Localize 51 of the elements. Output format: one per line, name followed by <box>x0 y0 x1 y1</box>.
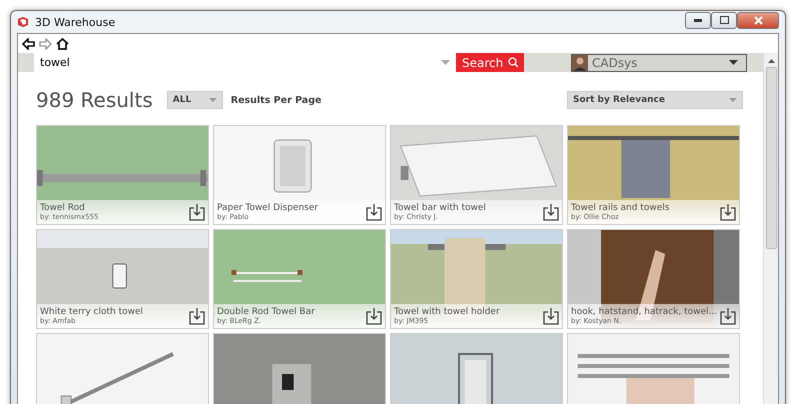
download-button[interactable] <box>366 203 382 221</box>
maximize-button[interactable] <box>711 12 737 28</box>
dropdown-caret-icon <box>441 60 450 65</box>
model-title[interactable]: Towel with towel holder <box>394 307 543 317</box>
download-button[interactable] <box>720 307 736 325</box>
download-icon <box>720 307 736 325</box>
download-button[interactable] <box>366 307 382 325</box>
model-title[interactable]: Towel bar with towel <box>394 203 543 213</box>
model-title[interactable]: Towel Rod <box>40 203 189 213</box>
download-icon <box>720 203 736 221</box>
download-icon <box>189 203 205 221</box>
search-button[interactable]: Search <box>456 53 524 72</box>
close-button[interactable] <box>737 12 779 28</box>
model-title[interactable]: Towel rails and towels <box>571 203 720 213</box>
app-logo-icon <box>17 16 29 28</box>
results-count: 989 Results <box>36 88 153 112</box>
scrollbar[interactable] <box>763 53 778 404</box>
minimize-button[interactable] <box>685 12 711 28</box>
model-title[interactable]: Paper Towel Dispenser <box>217 203 366 213</box>
download-icon <box>366 307 382 325</box>
model-title[interactable]: hook, hatstand, hatrack, towel... <box>571 307 720 317</box>
download-icon <box>366 203 382 221</box>
account-dropdown[interactable]: CADsys <box>571 54 747 72</box>
sort-select[interactable]: Sort by Relevance <box>567 91 743 109</box>
download-icon <box>543 307 559 325</box>
per-page-select[interactable]: ALL <box>166 91 223 109</box>
minimize-icon <box>694 18 702 22</box>
avatar-icon <box>572 54 588 70</box>
download-button[interactable] <box>543 203 559 221</box>
download-button[interactable] <box>189 203 205 221</box>
window-title: 3D Warehouse <box>35 16 116 28</box>
dropdown-caret-icon <box>729 60 738 65</box>
search-field[interactable]: towel <box>34 53 456 72</box>
model-title[interactable]: Double Rod Towel Bar <box>217 307 366 317</box>
search-icon <box>508 57 518 68</box>
download-button[interactable] <box>720 203 736 221</box>
home-button[interactable] <box>56 38 69 50</box>
download-icon <box>189 307 205 325</box>
back-button[interactable] <box>22 38 35 50</box>
maximize-icon <box>720 16 728 24</box>
download-button[interactable] <box>543 307 559 325</box>
dropdown-caret-icon <box>208 98 217 102</box>
dropdown-caret-icon <box>729 98 737 102</box>
scroll-up-icon <box>768 59 774 63</box>
close-icon <box>754 16 762 24</box>
per-page-label: Results Per Page <box>230 94 322 106</box>
model-title[interactable]: White terry cloth towel <box>40 307 189 317</box>
forward-button[interactable] <box>39 38 52 50</box>
search-field[interactable]: towel <box>40 56 441 69</box>
download-button[interactable] <box>189 307 205 325</box>
download-icon <box>543 203 559 221</box>
